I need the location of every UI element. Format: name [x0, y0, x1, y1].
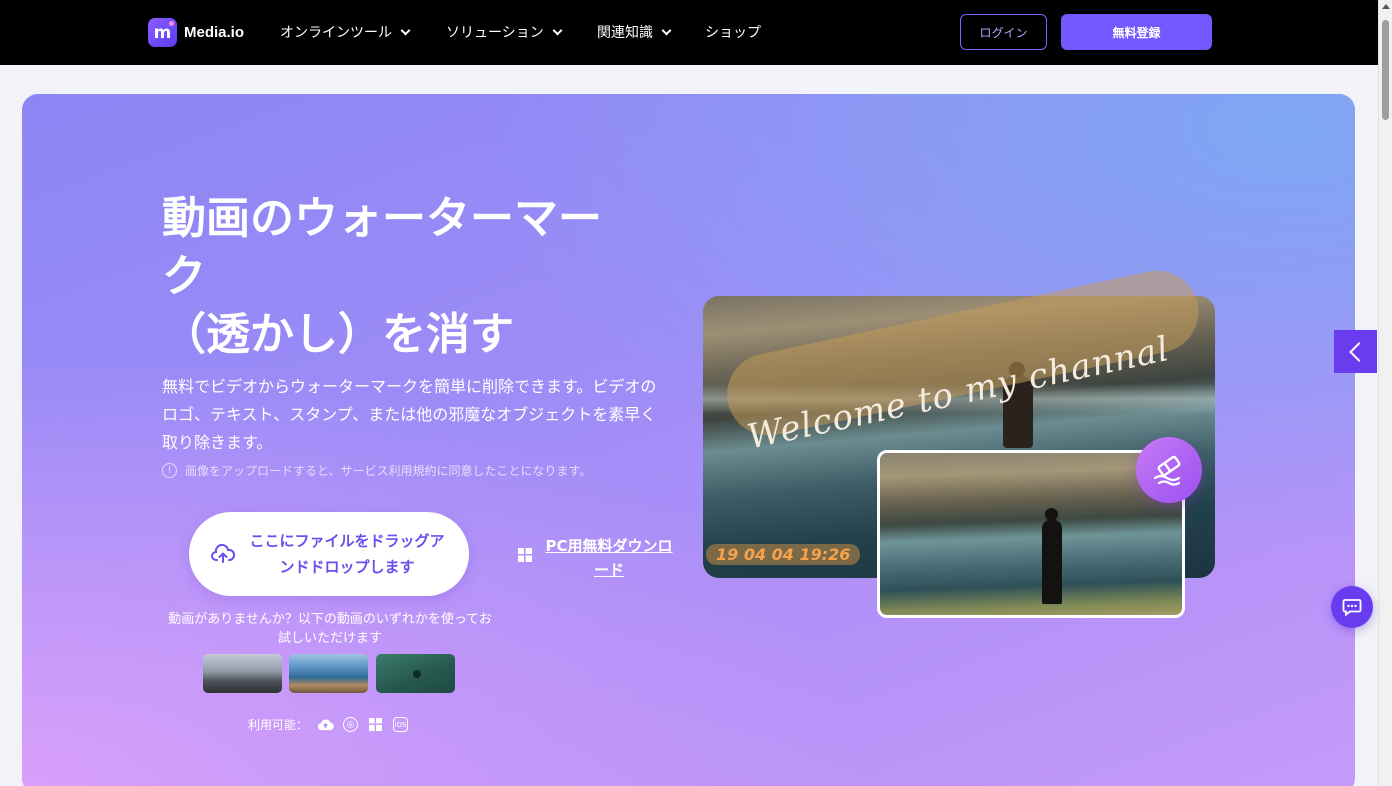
hero-description: 無料でビデオからウォーターマークを簡単に削除できます。ビデオのロゴ、テキスト、ス…: [162, 377, 657, 452]
side-panel-toggle-button[interactable]: [1334, 330, 1377, 373]
pc-download-link[interactable]: PC用無料ダウンロード: [544, 534, 674, 582]
nav-item-label: 関連知識: [597, 25, 653, 41]
upload-dropzone-button[interactable]: ここにファイルをドラッグアンドドロップします: [189, 512, 469, 596]
nav-item-knowledge[interactable]: 関連知識: [597, 22, 672, 42]
result-person-figure: [1042, 508, 1062, 604]
chevron-down-icon: [661, 25, 672, 35]
availability-row: 利用可能： ◎ iOS: [248, 716, 409, 733]
chat-button[interactable]: [1331, 586, 1373, 628]
top-navigation: m Media.io オンラインツール ソリューション 関連知識 ショップ ログ…: [0, 0, 1378, 65]
hero-title-line: ク: [162, 251, 206, 302]
hero-title-line: （透かし）を消す: [162, 309, 514, 360]
watermark-timestamp: 19 04 04 19:26: [706, 544, 861, 565]
windows-icon: [518, 548, 532, 562]
cloud-upload-icon: [211, 544, 235, 563]
hero-title: 動画のウォーターマー ク （透かし）を消す: [162, 190, 672, 364]
terms-notice: ! 画像をアップロードすると、サービス利用規約に同意したことになります。: [162, 462, 591, 479]
browser-icon[interactable]: ◎: [343, 717, 359, 732]
ios-icon[interactable]: iOS: [393, 717, 409, 732]
logo-text: Media.io: [184, 24, 245, 41]
scrollbar-thumb[interactable]: [1382, 20, 1389, 120]
terms-notice-text[interactable]: 画像をアップロードすると、サービス利用規約に同意したことになります。: [185, 462, 591, 479]
availability-label: 利用可能：: [248, 718, 309, 732]
nav-item-solutions[interactable]: ソリューション: [446, 22, 563, 42]
logo[interactable]: m Media.io: [148, 18, 244, 47]
nav-item-label: ショップ: [705, 25, 761, 41]
nav-item-online-tools[interactable]: オンラインツール: [280, 22, 411, 42]
login-button[interactable]: ログイン: [960, 14, 1047, 50]
sample-videos-text: 動画がありませんか？以下の動画のいずれかを使ってお試しいただけます: [168, 612, 492, 646]
windows-icon[interactable]: [367, 717, 384, 732]
chevron-left-icon: [1348, 341, 1369, 362]
nav-item-label: ソリューション: [446, 25, 544, 41]
sample-video-thumbnail[interactable]: [376, 654, 455, 693]
signup-button[interactable]: 無料登録: [1061, 14, 1212, 50]
nav-item-label: オンラインツール: [280, 25, 392, 41]
info-icon: !: [162, 463, 177, 478]
scroll-up-arrow-icon[interactable]: [1382, 4, 1390, 9]
hero-title-line: 動画のウォーターマー: [162, 193, 602, 244]
nav-item-shop[interactable]: ショップ: [705, 22, 761, 42]
sample-video-thumbnail[interactable]: [203, 654, 282, 693]
upload-label: ここにファイルをドラッグアンドドロップします: [249, 532, 445, 576]
sample-video-thumbnail[interactable]: [289, 654, 368, 693]
chevron-down-icon: [400, 25, 411, 35]
media-io-logo-icon: m: [148, 18, 177, 47]
chat-icon: [1342, 599, 1362, 616]
cloud-upload-icon[interactable]: [317, 717, 334, 732]
eraser-icon: [1136, 437, 1202, 503]
chevron-down-icon: [552, 25, 563, 35]
page-scrollbar[interactable]: [1378, 0, 1392, 786]
